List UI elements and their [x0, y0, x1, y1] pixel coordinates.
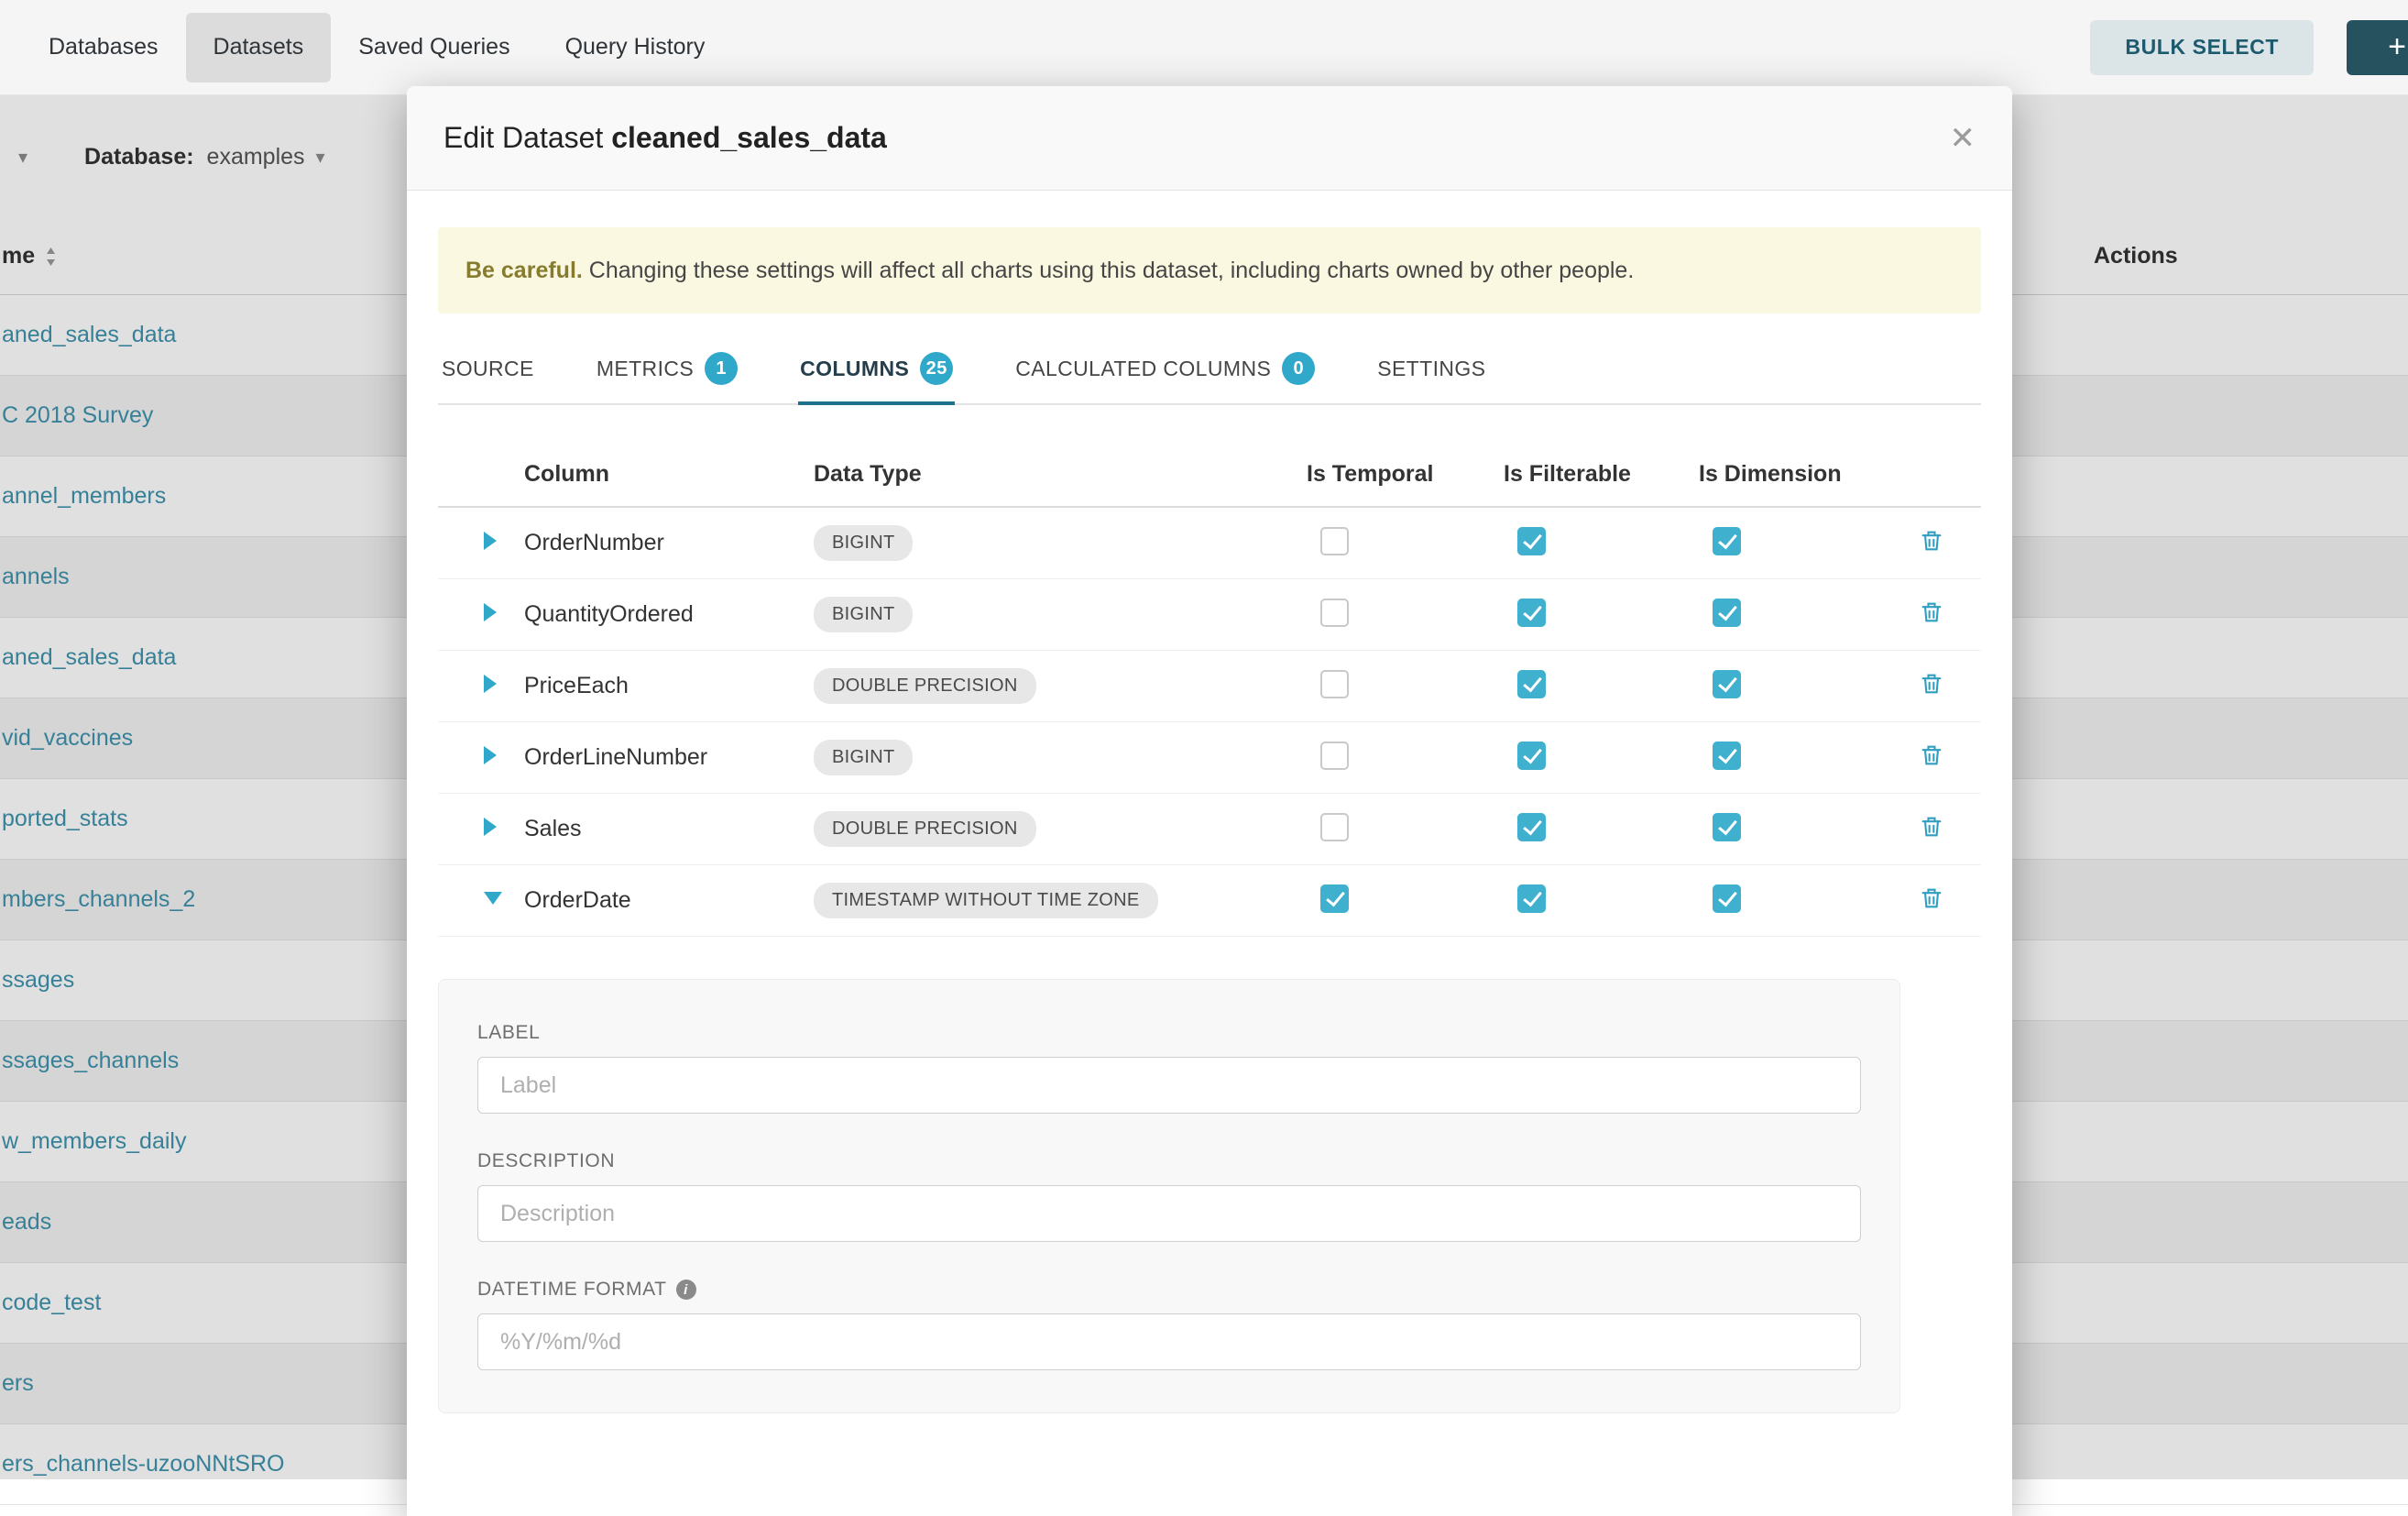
data-type-pill: DOUBLE PRECISION: [814, 811, 1036, 847]
is-temporal-checkbox[interactable]: [1320, 527, 1349, 555]
modal-title-prefix: Edit Dataset: [443, 121, 603, 154]
is-dimension-checkbox[interactable]: [1713, 884, 1741, 913]
description-field-label: DESCRIPTION: [477, 1150, 1861, 1172]
column-header: Column: [524, 461, 814, 488]
tab-label: SETTINGS: [1377, 357, 1485, 381]
tab-label: METRICS: [597, 357, 694, 381]
data-type-pill: BIGINT: [814, 525, 913, 561]
is-dimension-checkbox[interactable]: [1713, 527, 1741, 555]
is-filterable-header: Is Filterable: [1504, 461, 1699, 488]
nav-item-saved-queries[interactable]: Saved Queries: [331, 13, 537, 82]
column-name: OrderNumber: [524, 530, 814, 556]
close-icon[interactable]: ✕: [1950, 123, 1976, 154]
table-row: OrderNumber BIGINT: [438, 508, 1981, 579]
is-filterable-checkbox[interactable]: [1517, 527, 1546, 555]
is-dimension-checkbox[interactable]: [1713, 742, 1741, 770]
columns-count-badge: 25: [920, 352, 953, 385]
delete-column-icon[interactable]: [1919, 885, 1944, 911]
tab-label: CALCULATED COLUMNS: [1015, 357, 1271, 381]
table-row: OrderDate TIMESTAMP WITHOUT TIME ZONE: [438, 865, 1981, 937]
is-filterable-checkbox[interactable]: [1517, 742, 1546, 770]
data-type-pill: TIMESTAMP WITHOUT TIME ZONE: [814, 883, 1158, 918]
nav-item-datasets[interactable]: Datasets: [186, 13, 332, 82]
is-dimension-checkbox[interactable]: [1713, 670, 1741, 698]
tab-calculated-columns[interactable]: CALCULATED COLUMNS 0: [1013, 352, 1317, 403]
is-temporal-checkbox[interactable]: [1320, 884, 1349, 913]
delete-column-icon[interactable]: [1919, 742, 1944, 768]
calculated-columns-count-badge: 0: [1282, 352, 1315, 385]
warning-banner: Be careful. Changing these settings will…: [438, 227, 1981, 313]
tab-columns[interactable]: COLUMNS 25: [798, 352, 955, 403]
tab-source[interactable]: SOURCE: [440, 352, 536, 403]
modal-title-dataset-name: cleaned_sales_data: [611, 121, 887, 154]
tab-label: SOURCE: [442, 357, 534, 381]
is-dimension-checkbox[interactable]: [1713, 813, 1741, 841]
tab-label: COLUMNS: [800, 357, 909, 381]
modal-title: Edit Dataset cleaned_sales_data: [443, 121, 887, 155]
is-temporal-checkbox[interactable]: [1320, 599, 1349, 627]
warning-banner-text: Changing these settings will affect all …: [583, 258, 1634, 283]
is-dimension-checkbox[interactable]: [1713, 599, 1741, 627]
nav-right-actions: BULK SELECT +: [2090, 0, 2408, 94]
main-nav: Databases Datasets Saved Queries Query H…: [0, 0, 2408, 95]
expand-caret-icon[interactable]: [484, 818, 497, 836]
description-input[interactable]: [477, 1185, 1861, 1242]
label-field-label: LABEL: [477, 1022, 1861, 1044]
is-filterable-checkbox[interactable]: [1517, 813, 1546, 841]
column-name: PriceEach: [524, 673, 814, 699]
is-dimension-header: Is Dimension: [1699, 461, 1919, 488]
data-type-pill: BIGINT: [814, 740, 913, 775]
expand-caret-icon[interactable]: [484, 532, 497, 550]
expand-caret-icon[interactable]: [484, 675, 497, 693]
nav-item-query-history[interactable]: Query History: [538, 13, 733, 82]
expand-caret-icon[interactable]: [484, 746, 497, 764]
is-filterable-checkbox[interactable]: [1517, 599, 1546, 627]
column-name: OrderDate: [524, 887, 814, 914]
datetime-format-input[interactable]: [477, 1313, 1861, 1370]
bulk-select-button[interactable]: BULK SELECT: [2090, 20, 2314, 75]
is-temporal-checkbox[interactable]: [1320, 670, 1349, 698]
modal-tabs: SOURCE METRICS 1 COLUMNS 25 CALCULATED C…: [438, 352, 1981, 405]
add-dataset-button[interactable]: +: [2347, 20, 2408, 75]
data-type-pill: DOUBLE PRECISION: [814, 668, 1036, 704]
tab-settings[interactable]: SETTINGS: [1375, 352, 1487, 403]
edit-dataset-modal: Edit Dataset cleaned_sales_data ✕ Be car…: [407, 86, 2012, 1516]
plus-icon: +: [2388, 29, 2406, 65]
warning-banner-bold: Be careful.: [465, 258, 583, 283]
tab-metrics[interactable]: METRICS 1: [595, 352, 739, 403]
columns-table-header: Column Data Type Is Temporal Is Filterab…: [438, 442, 1981, 508]
column-detail-panel: LABEL DESCRIPTION DATETIME FORMAT i: [438, 979, 1900, 1413]
column-name: Sales: [524, 816, 814, 842]
table-row: PriceEach DOUBLE PRECISION: [438, 651, 1981, 722]
data-type-header: Data Type: [814, 461, 1307, 488]
is-temporal-checkbox[interactable]: [1320, 742, 1349, 770]
table-row: Sales DOUBLE PRECISION: [438, 794, 1981, 865]
delete-column-icon[interactable]: [1919, 814, 1944, 840]
collapse-caret-icon[interactable]: [484, 892, 502, 905]
column-name: OrderLineNumber: [524, 744, 814, 771]
expand-caret-icon[interactable]: [484, 603, 497, 621]
is-temporal-checkbox[interactable]: [1320, 813, 1349, 841]
delete-column-icon[interactable]: [1919, 599, 1944, 625]
delete-column-icon[interactable]: [1919, 528, 1944, 554]
label-input[interactable]: [477, 1057, 1861, 1114]
table-row: QuantityOrdered BIGINT: [438, 579, 1981, 651]
modal-header: Edit Dataset cleaned_sales_data ✕: [407, 86, 2012, 191]
is-filterable-checkbox[interactable]: [1517, 884, 1546, 913]
data-type-pill: BIGINT: [814, 597, 913, 632]
is-filterable-checkbox[interactable]: [1517, 670, 1546, 698]
delete-column-icon[interactable]: [1919, 671, 1944, 697]
info-icon[interactable]: i: [676, 1280, 696, 1300]
is-temporal-header: Is Temporal: [1307, 461, 1504, 488]
columns-table: Column Data Type Is Temporal Is Filterab…: [438, 442, 1981, 937]
column-name: QuantityOrdered: [524, 601, 814, 628]
table-row: OrderLineNumber BIGINT: [438, 722, 1981, 794]
datetime-format-field-label: DATETIME FORMAT i: [477, 1279, 1861, 1301]
nav-item-databases[interactable]: Databases: [21, 13, 186, 82]
metrics-count-badge: 1: [705, 352, 738, 385]
modal-body: Be careful. Changing these settings will…: [407, 227, 2012, 1413]
